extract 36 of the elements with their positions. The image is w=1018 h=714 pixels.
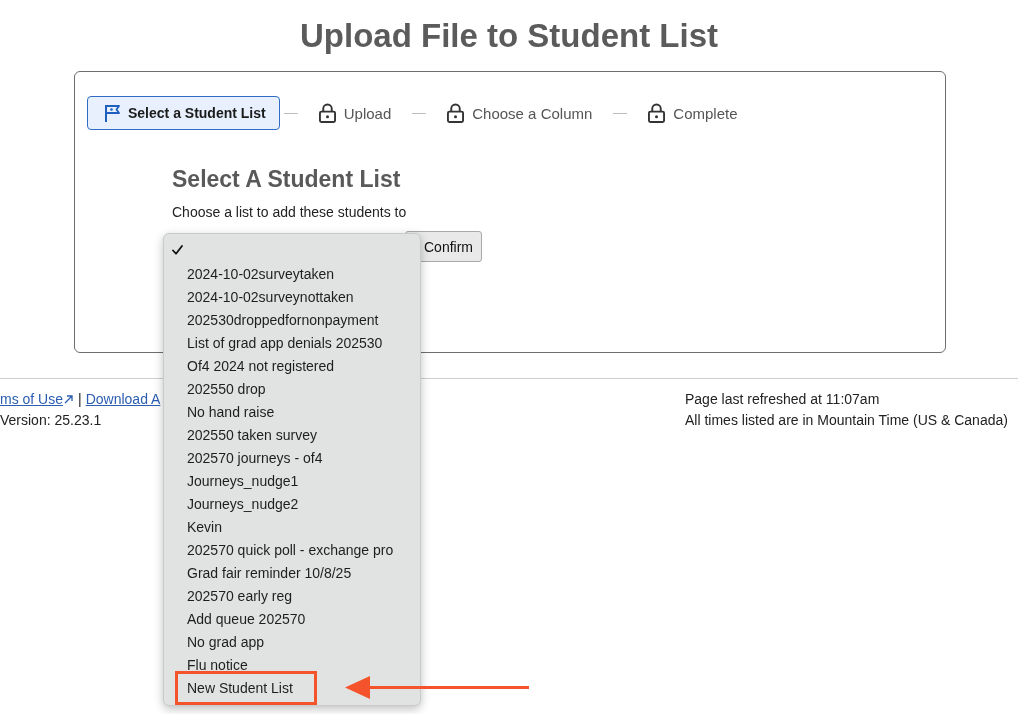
dropdown-option[interactable]: Journeys_nudge1 [164, 469, 420, 492]
lock-icon [447, 103, 465, 123]
step-tab[interactable]: Upload [301, 96, 409, 130]
dropdown-option[interactable]: Grad fair reminder 10/8/25 [164, 561, 420, 584]
dropdown-option[interactable]: Flu notice [164, 653, 420, 676]
timezone-text: All times listed are in Mountain Time (US & Canada) [685, 411, 1008, 430]
step-tab[interactable]: Choose a Column [430, 96, 610, 130]
dropdown-option[interactable]: No grad app [164, 630, 420, 653]
section-heading: Select A Student List [172, 165, 402, 193]
dropdown-option[interactable]: 202570 journeys - of4 [164, 446, 420, 469]
dropdown-option[interactable]: Kevin [164, 515, 420, 538]
dropdown-option[interactable]: No hand raise [164, 400, 420, 423]
dropdown-option[interactable]: Add queue 202570 [164, 607, 420, 630]
flag-icon [104, 104, 120, 122]
refresh-time-text: Page last refreshed at 11:07am [685, 390, 880, 409]
dropdown-option[interactable]: 2024-10-02surveynottaken [164, 285, 420, 308]
dropdown-option[interactable]: New Student List [178, 676, 314, 699]
dropdown-option[interactable]: 202570 early reg [164, 584, 420, 607]
footer-link[interactable]: Download A [85, 389, 161, 410]
dropdown-option[interactable]: 2024-10-02surveytaken [164, 262, 420, 285]
lock-icon [648, 103, 666, 123]
step-tab[interactable]: Complete [631, 96, 755, 130]
dropdown-option[interactable]: Journeys_nudge2 [164, 492, 420, 515]
version-text: Version: 25.23.1 [0, 411, 102, 430]
dropdown-option[interactable]: List of grad app denials 202530 [164, 331, 420, 354]
dropdown-option[interactable]: Of4 2024 not registered [164, 354, 420, 377]
instruction-text: Choose a list to add these students to [172, 203, 408, 222]
dropdown-option[interactable]: 202530droppedfornonpayment [164, 308, 420, 331]
step-tab[interactable]: Select a Student List [87, 96, 280, 130]
lock-icon [318, 103, 336, 123]
page-title: Upload File to Student List [299, 16, 719, 56]
link-separator: | [78, 390, 82, 409]
dropdown-option[interactable]: 202570 quick poll - exchange pro [164, 538, 420, 561]
dropdown-option[interactable]: 202550 drop [164, 377, 420, 400]
footer-link[interactable]: ms of Use [0, 389, 63, 410]
dropdown-option[interactable]: 202550 taken survey [164, 423, 420, 446]
